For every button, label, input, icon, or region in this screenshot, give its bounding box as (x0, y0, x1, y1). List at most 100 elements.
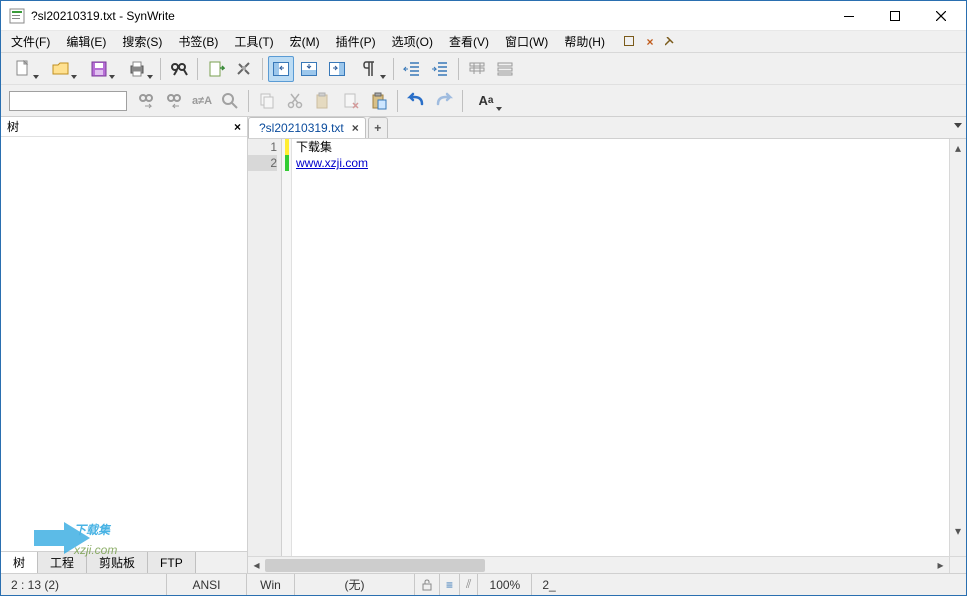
toolbar-separator (248, 90, 249, 112)
find-button[interactable] (166, 56, 192, 82)
minimize-button[interactable] (826, 1, 872, 31)
menu-edit[interactable]: 编辑(E) (58, 31, 114, 52)
toolbar-separator (197, 58, 198, 80)
change-marks (282, 139, 292, 556)
status-eol[interactable]: Win (247, 574, 295, 595)
change-mark-saved (285, 155, 289, 171)
open-file-button[interactable] (43, 56, 79, 82)
menu-bookmark[interactable]: 书签(B) (170, 31, 226, 52)
paste-special-button[interactable] (366, 88, 392, 114)
status-zoom[interactable]: 100% (478, 574, 532, 595)
scroll-corner (949, 557, 966, 573)
app-icon (9, 8, 25, 24)
menu-tools[interactable]: 工具(T) (226, 31, 281, 52)
undo-button[interactable] (403, 88, 429, 114)
syntax-button[interactable] (492, 56, 518, 82)
toolbar-separator (397, 90, 398, 112)
status-bar: 2 : 13 (2) ANSI Win (无) ≡ ⫽ 100% 2_ (1, 573, 966, 595)
print-button[interactable] (119, 56, 155, 82)
panel-right-button[interactable] (324, 56, 350, 82)
line-number: 2 (248, 155, 277, 171)
window-title: ?sl20210319.txt - SynWrite (31, 9, 826, 23)
toolbar-separator (160, 58, 161, 80)
side-panel: 树 × 树 工程 剪贴板 FTP (1, 117, 248, 573)
file-tab-close-icon[interactable]: × (352, 121, 359, 135)
status-encoding[interactable]: ANSI (167, 574, 247, 595)
pilcrow-button[interactable] (352, 56, 388, 82)
scroll-track[interactable] (265, 557, 932, 573)
status-select-icon[interactable]: ⫽ (460, 574, 478, 595)
panel-bottom-button[interactable] (296, 56, 322, 82)
maximize-button[interactable] (872, 1, 918, 31)
delete-button[interactable] (338, 88, 364, 114)
toolbar-main (1, 53, 966, 85)
scroll-down-icon[interactable]: ▾ (950, 522, 966, 539)
side-tab-ftp[interactable]: FTP (148, 552, 196, 573)
code-area[interactable]: 下载集 www.xzji.com (292, 139, 949, 556)
code-line: 下载集 (292, 139, 949, 155)
new-file-button[interactable] (5, 56, 41, 82)
side-tab-clipboard[interactable]: 剪贴板 (87, 552, 148, 573)
side-panel-tabs: 树 工程 剪贴板 FTP (1, 551, 247, 573)
tab-dropdown-icon[interactable] (954, 123, 962, 128)
side-tab-project[interactable]: 工程 (38, 552, 87, 573)
close-doc-icon[interactable]: × (643, 35, 657, 49)
file-tab[interactable]: ?sl20210319.txt × (248, 117, 366, 138)
code-link[interactable]: www.xzji.com (296, 156, 368, 170)
goto-button[interactable] (203, 56, 229, 82)
match-case-button[interactable]: a≠A (189, 88, 215, 114)
find-prev-button[interactable] (161, 88, 187, 114)
redo-button[interactable] (431, 88, 457, 114)
file-tab-name: ?sl20210319.txt (259, 121, 344, 135)
find-next-button[interactable] (133, 88, 159, 114)
line-number: 1 (248, 139, 277, 155)
scroll-thumb[interactable] (265, 559, 485, 572)
word-wrap-button[interactable] (464, 56, 490, 82)
status-wrap-icon[interactable]: ≡ (440, 574, 460, 595)
scroll-left-icon[interactable]: ◂ (248, 557, 265, 573)
tab-bar: ?sl20210319.txt × + (248, 117, 966, 139)
menu-plugins[interactable]: 插件(P) (328, 31, 384, 52)
panel-left-button[interactable] (268, 56, 294, 82)
scroll-up-icon[interactable]: ▴ (950, 139, 966, 156)
new-tab-button[interactable]: + (368, 117, 388, 138)
menu-view[interactable]: 查看(V) (441, 31, 497, 52)
close-button[interactable] (918, 1, 964, 31)
menu-help[interactable]: 帮助(H) (556, 31, 613, 52)
menu-extra-icons: × (617, 31, 683, 52)
paste-button[interactable] (310, 88, 336, 114)
horizontal-scrollbar[interactable]: ◂ ▸ (248, 556, 966, 573)
unindent-button[interactable] (399, 56, 425, 82)
menu-macro[interactable]: 宏(M) (282, 31, 328, 52)
menu-window[interactable]: 窗口(W) (497, 31, 556, 52)
toolbar-separator (393, 58, 394, 80)
toolbar-edit: a≠A Aa (1, 85, 966, 117)
search-input[interactable] (9, 91, 127, 111)
zoom-button[interactable] (217, 88, 243, 114)
status-lock-icon[interactable] (415, 574, 440, 595)
menu-search[interactable]: 搜索(S) (114, 31, 170, 52)
menu-options[interactable]: 选项(O) (384, 31, 441, 52)
scroll-right-icon[interactable]: ▸ (932, 557, 949, 573)
menu-bar: 文件(F) 编辑(E) 搜索(S) 书签(B) 工具(T) 宏(M) 插件(P)… (1, 31, 966, 53)
vertical-scrollbar[interactable]: ▴ ▾ (949, 139, 966, 556)
save-file-button[interactable] (81, 56, 117, 82)
toolbar-separator (462, 90, 463, 112)
font-button[interactable]: Aa (468, 88, 504, 114)
pin-icon[interactable] (663, 35, 677, 49)
menu-file[interactable]: 文件(F) (3, 31, 58, 52)
side-panel-close-icon[interactable]: × (234, 120, 241, 134)
side-tab-tree[interactable]: 树 (1, 552, 38, 573)
indent-button[interactable] (427, 56, 453, 82)
gutter: 1 2 (248, 139, 282, 556)
side-panel-title: 树 (7, 118, 234, 135)
settings-button[interactable] (231, 56, 257, 82)
editor-wrap: ?sl20210319.txt × + 1 2 下载集 www.xzji.com… (248, 117, 966, 573)
change-mark-modified (285, 139, 289, 155)
cut-button[interactable] (282, 88, 308, 114)
status-extra: 2_ (532, 574, 966, 595)
restore-icon[interactable] (623, 35, 637, 49)
status-lexer[interactable]: (无) (295, 574, 415, 595)
copy-button[interactable] (254, 88, 280, 114)
side-panel-header: 树 × (1, 117, 247, 137)
